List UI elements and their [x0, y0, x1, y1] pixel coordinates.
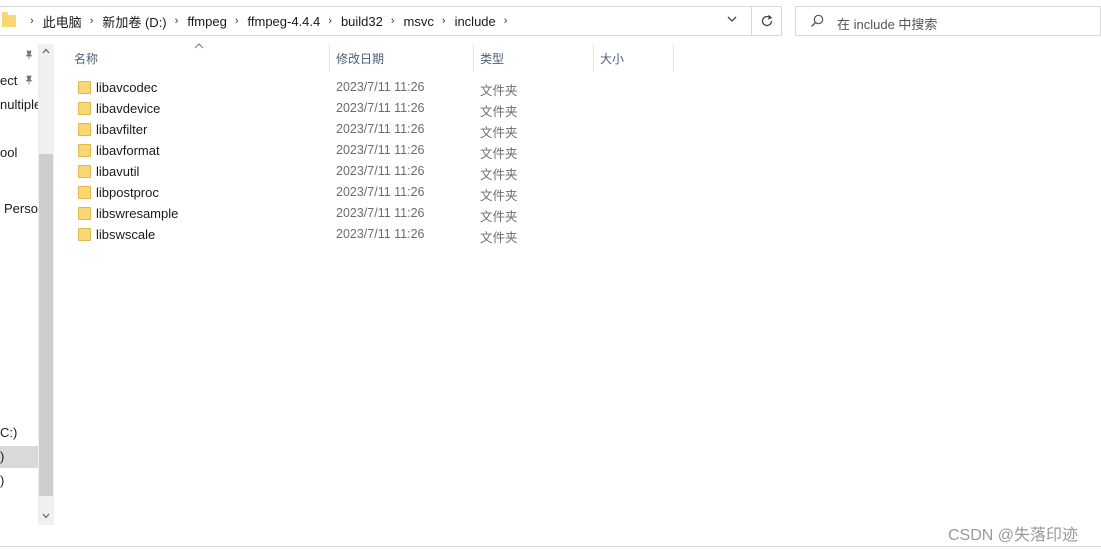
file-name: libavcodec [96, 80, 158, 95]
breadcrumb-include[interactable]: include [455, 14, 496, 29]
list-item[interactable]: libavformat 2023/7/11 11:26 文件夹 [74, 140, 554, 161]
pin-icon[interactable] [24, 50, 34, 60]
file-type: 文件夹 [480, 189, 518, 203]
scrollbar-thumb[interactable] [39, 154, 53, 496]
breadcrumb: › 此电脑 › 新加卷 (D:) › ffmpeg › ffmpeg-4.4.4… [22, 7, 516, 35]
folder-icon [78, 165, 91, 178]
folder-icon [78, 228, 91, 241]
file-modified: 2023/7/11 11:26 [336, 80, 425, 94]
file-name: libavdevice [96, 101, 161, 116]
file-name: libswresample [96, 206, 179, 221]
file-name: libavfilter [96, 122, 148, 137]
list-item[interactable]: libpostproc 2023/7/11 11:26 文件夹 [74, 182, 554, 203]
file-modified: 2023/7/11 11:26 [336, 206, 425, 220]
nav-item-tool[interactable]: ool [0, 145, 17, 160]
chevron-right-icon[interactable]: › [235, 15, 239, 27]
file-type: 文件夹 [480, 210, 518, 224]
file-modified: 2023/7/11 11:26 [336, 143, 425, 157]
list-item[interactable]: libavdevice 2023/7/11 11:26 文件夹 [74, 98, 554, 119]
refresh-icon [761, 15, 772, 27]
chevron-right-icon[interactable]: › [391, 15, 395, 27]
refresh-button[interactable] [752, 6, 782, 36]
file-modified: 2023/7/11 11:26 [336, 164, 425, 178]
breadcrumb-drive-d[interactable]: 新加卷 (D:) [102, 12, 166, 31]
breadcrumb-this-pc[interactable]: 此电脑 [43, 12, 82, 31]
file-type: 文件夹 [480, 168, 518, 182]
folder-icon [78, 207, 91, 220]
list-item[interactable]: libavfilter 2023/7/11 11:26 文件夹 [74, 119, 554, 140]
folder-icon [78, 144, 91, 157]
chevron-right-icon[interactable]: › [30, 15, 34, 27]
scroll-up-icon[interactable] [38, 44, 54, 60]
list-item[interactable]: libavcodec 2023/7/11 11:26 文件夹 [74, 77, 554, 98]
nav-item-multiple[interactable]: nultiple [0, 97, 38, 112]
file-name: libavutil [96, 164, 140, 179]
nav-item-drive-c[interactable]: C:) [0, 425, 17, 440]
file-name: libswscale [96, 227, 156, 242]
nav-scrollbar[interactable] [38, 44, 54, 525]
breadcrumb-msvc[interactable]: msvc [404, 14, 434, 29]
chevron-right-icon[interactable]: › [442, 15, 446, 27]
folder-icon [78, 81, 91, 94]
list-item[interactable]: libswscale 2023/7/11 11:26 文件夹 [74, 224, 554, 245]
column-header-type[interactable]: 类型 [474, 48, 593, 74]
navigation-pane: ect nultiple ool Perso C:) ) ) [0, 44, 38, 525]
search-box[interactable]: 在 include 中搜索 [795, 6, 1101, 36]
file-type: 文件夹 [480, 126, 518, 140]
chevron-right-icon[interactable]: › [504, 15, 508, 27]
pin-icon[interactable] [24, 75, 34, 85]
search-icon [811, 14, 824, 27]
file-name: libavformat [96, 143, 160, 158]
breadcrumb-ffmpeg-version[interactable]: ffmpeg-4.4.4 [248, 14, 321, 29]
list-item[interactable]: libavutil 2023/7/11 11:26 文件夹 [74, 161, 554, 182]
file-modified: 2023/7/11 11:26 [336, 101, 425, 115]
status-bar-divider [0, 546, 1101, 547]
chevron-right-icon[interactable]: › [328, 15, 332, 27]
scroll-down-icon[interactable] [38, 509, 54, 525]
chevron-right-icon[interactable]: › [175, 15, 179, 27]
breadcrumb-build32[interactable]: build32 [341, 14, 383, 29]
file-type: 文件夹 [480, 105, 518, 119]
nav-item-project[interactable]: ect [0, 73, 17, 88]
nav-item-personal[interactable]: Perso [4, 201, 38, 216]
breadcrumb-ffmpeg[interactable]: ffmpeg [187, 14, 227, 29]
toolbar: › 此电脑 › 新加卷 (D:) › ffmpeg › ffmpeg-4.4.4… [0, 0, 1101, 44]
file-type: 文件夹 [480, 147, 518, 161]
column-header-size[interactable]: 大小 [594, 48, 674, 74]
search-input[interactable]: 在 include 中搜索 [837, 14, 937, 33]
nav-item-drive[interactable]: ) [0, 473, 4, 488]
chevron-right-icon[interactable]: › [90, 15, 94, 27]
file-name: libpostproc [96, 185, 159, 200]
file-modified: 2023/7/11 11:26 [336, 185, 425, 199]
column-header-modified[interactable]: 修改日期 [330, 48, 473, 74]
chevron-down-icon[interactable] [723, 11, 741, 31]
folder-icon [78, 102, 91, 115]
file-type: 文件夹 [480, 84, 518, 98]
column-header-name[interactable]: 名称 [68, 48, 330, 74]
nav-item-drive-selected[interactable]: ) [0, 446, 38, 468]
folder-icon [78, 123, 91, 136]
file-modified: 2023/7/11 11:26 [336, 122, 425, 136]
list-item[interactable]: libswresample 2023/7/11 11:26 文件夹 [74, 203, 554, 224]
file-type: 文件夹 [480, 231, 518, 245]
file-list: 名称 修改日期 类型 大小 libavcodec 2023/7/11 11:26… [54, 43, 1101, 525]
column-divider[interactable] [673, 44, 674, 72]
folder-icon [2, 12, 16, 27]
watermark: CSDN @失落印迹 [948, 527, 1079, 544]
file-modified: 2023/7/11 11:26 [336, 227, 425, 241]
address-bar[interactable]: › 此电脑 › 新加卷 (D:) › ffmpeg › ffmpeg-4.4.4… [0, 6, 752, 36]
folder-icon [78, 186, 91, 199]
